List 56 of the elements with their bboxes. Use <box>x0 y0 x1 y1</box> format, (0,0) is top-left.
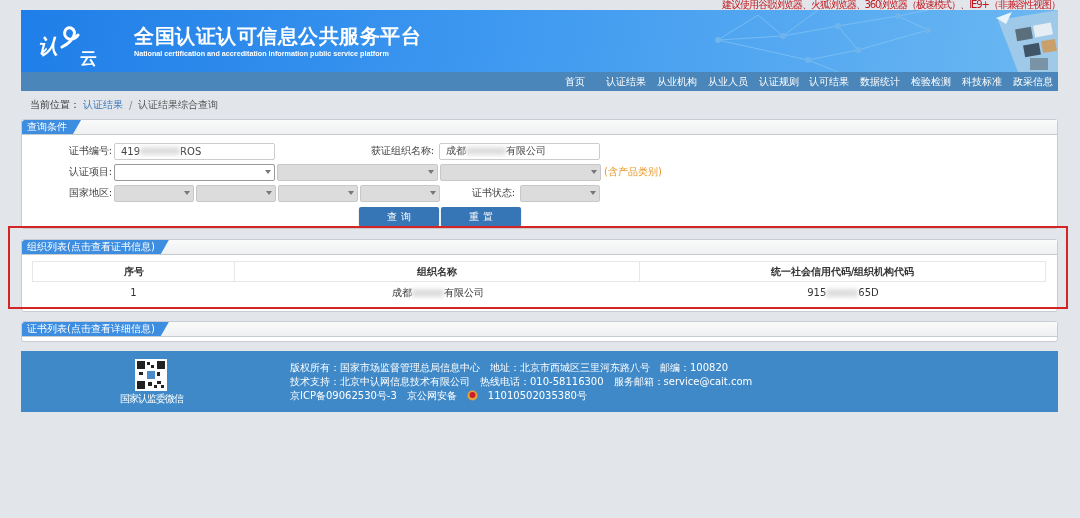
table-cell-text: 1 <box>129 286 138 300</box>
footer-text: 版权所有：国家市场监督管理总局信息中心 <box>290 360 480 375</box>
caret-icon <box>428 170 434 174</box>
column-header: 统一社会信用代码/组织机构代码 <box>640 261 1046 282</box>
qr-caption: 国家认监委微信 <box>119 392 183 405</box>
column-header: 序号 <box>32 261 235 282</box>
table-cell-text: 成都 有限公司 <box>390 286 485 300</box>
caret-icon <box>184 191 190 195</box>
field-label: 证书编号: <box>67 144 112 158</box>
caret-icon <box>266 191 272 195</box>
nav-item[interactable]: 首页 <box>550 72 601 91</box>
breadcrumb-link[interactable]: 认证结果 <box>83 98 123 112</box>
footer-text: 11010502035380号 <box>487 388 587 403</box>
breadcrumb-label: 当前位置： <box>30 98 80 112</box>
swirl-icon <box>58 25 80 51</box>
footer-text: 服务邮箱：service@cait.com <box>613 374 753 389</box>
browser-notice: 建议使用谷歌浏览器、火狐浏览器、360浏览器（极速模式）、IE9+（非兼容性视图） <box>722 0 1061 10</box>
dropdown-field[interactable] <box>114 163 275 181</box>
footer-text: 京ICP备09062530号-3 <box>290 388 397 403</box>
nav-item[interactable]: 从业人员 <box>702 72 754 91</box>
caret-icon <box>590 191 596 195</box>
nav-item[interactable]: 检验检测 <box>905 72 957 91</box>
nav-item[interactable]: 科技标准 <box>956 72 1008 91</box>
form-button[interactable]: 查 询 <box>359 207 439 226</box>
field-label: 获证组织名称: <box>370 144 434 158</box>
hint-text: (含产品类别) <box>604 165 662 179</box>
site-title: 全国认证认可信息公共服务平台 <box>134 23 421 48</box>
footer-text: 地址：北京市西城区三里河东路八号 <box>490 360 650 375</box>
caret-icon <box>591 170 597 174</box>
caret-icon <box>265 170 271 174</box>
field-label: 国家地区: <box>67 186 112 200</box>
nav-item[interactable]: 认证结果 <box>600 72 652 91</box>
field-label: 认证项目: <box>67 165 112 179</box>
table-cell-text: 915 65D <box>806 286 880 300</box>
text-field[interactable]: 419 ROS <box>114 142 275 160</box>
footer-text: 技术支持：北京中认网信息技术有限公司 <box>290 374 470 389</box>
nav-item[interactable]: 政采信息 <box>1007 72 1058 91</box>
logo-char: 认 <box>38 35 58 57</box>
field-label: 证书状态: <box>471 186 515 200</box>
caret-icon <box>348 191 354 195</box>
nav-item[interactable]: 数据统计 <box>854 72 906 91</box>
form-button[interactable]: 重 置 <box>441 207 521 226</box>
police-badge-icon <box>466 390 478 401</box>
qr-code-icon <box>135 358 167 391</box>
text-field[interactable]: 成都 有限公司 <box>439 142 600 160</box>
caret-icon <box>430 191 436 195</box>
breadcrumb-separator: / <box>129 99 133 111</box>
nav-item[interactable]: 从业机构 <box>651 72 703 91</box>
footer-text: 热线电话：010-58116300 <box>480 374 604 389</box>
nav-item[interactable]: 认可结果 <box>804 72 855 91</box>
nav-item[interactable]: 认证规则 <box>753 72 804 91</box>
column-header: 组织名称 <box>235 261 640 282</box>
logo-char: 云 <box>80 49 97 67</box>
breadcrumb-current: 认证结果综合查询 <box>138 98 219 112</box>
footer-text: 邮编：100820 <box>660 360 729 375</box>
footer-text: 京公网安备 <box>406 388 457 403</box>
